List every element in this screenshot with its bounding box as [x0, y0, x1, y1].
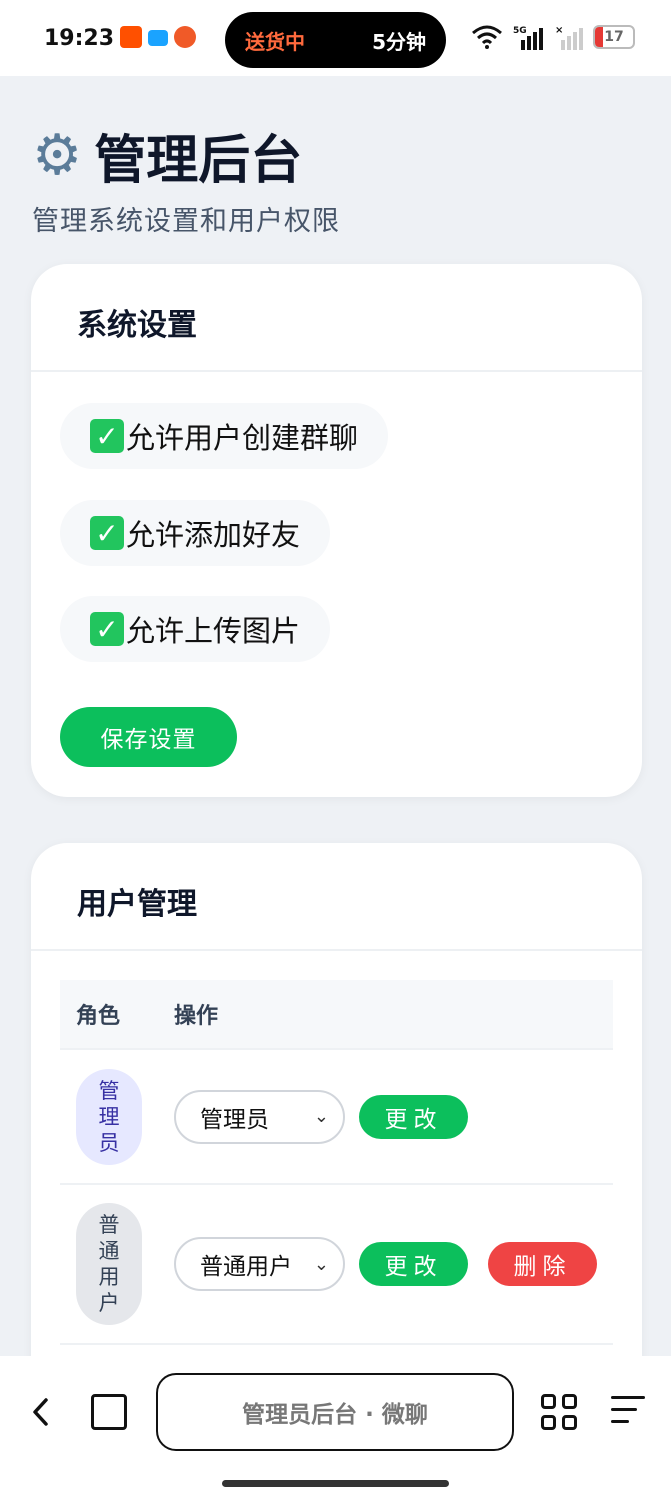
checkbox-checked-icon[interactable]: ✓: [90, 612, 124, 646]
role-select[interactable]: 管理员 ⌄: [174, 1089, 345, 1144]
menu-icon[interactable]: [611, 1396, 645, 1432]
battery-icon: 17: [593, 25, 635, 49]
save-settings-button[interactable]: 保存设置: [60, 707, 237, 767]
role-select[interactable]: 普通用户 ⌄: [174, 1237, 345, 1291]
page-subtitle: 管理系统设置和用户权限: [32, 206, 340, 237]
table-row: 管 理 员 管理员 ⌄ 更改: [60, 1050, 613, 1185]
signal-weak-icon: ×: [555, 25, 583, 50]
tabs-icon[interactable]: [91, 1394, 127, 1430]
column-header-role: 角色: [76, 1004, 121, 1029]
page-title-row: ⚙ 管理后台: [32, 118, 340, 193]
back-icon[interactable]: [30, 1396, 52, 1428]
chevron-down-icon: ⌄: [313, 1253, 329, 1275]
address-bar[interactable]: 管理员后台 · 微聊: [156, 1373, 514, 1451]
user-management-card: 用户管理 角色 操作 管 理 员 管理员 ⌄ 更改 普 通 用 户 普通用户 ⌄…: [31, 843, 642, 1443]
change-role-button[interactable]: 更改: [359, 1242, 468, 1286]
app-notification-icon: [174, 26, 196, 48]
toggle-label: 允许添加好友: [126, 518, 301, 552]
user-table: 角色 操作 管 理 员 管理员 ⌄ 更改 普 通 用 户 普通用户 ⌄ 更改 删…: [60, 980, 613, 1345]
delete-user-button[interactable]: 删除: [488, 1242, 597, 1286]
role-badge-admin: 管 理 员: [76, 1068, 142, 1165]
browser-bottom-bar: 管理员后台 · 微聊: [0, 1356, 671, 1500]
toggle-label: 允许用户创建群聊: [126, 421, 359, 455]
settings-card: 系统设置 ✓ 允许用户创建群聊 ✓ 允许添加好友 ✓ 允许上传图片 保存设置: [31, 264, 642, 797]
toggle-allow-add-friend[interactable]: ✓ 允许添加好友: [60, 500, 331, 566]
table-header: 角色 操作: [60, 980, 613, 1050]
system-icons: 5G × 17: [471, 24, 635, 50]
taobao-icon: [120, 26, 142, 48]
role-badge-user: 普 通 用 户: [76, 1203, 142, 1325]
home-indicator[interactable]: [222, 1480, 449, 1487]
delivery-status: 送货中: [245, 29, 305, 54]
svg-text:×: ×: [555, 25, 563, 36]
chevron-down-icon: ⌄: [313, 1106, 329, 1127]
status-time: 19:23: [44, 26, 115, 51]
column-header-action: 操作: [174, 1004, 219, 1029]
settings-card-title: 系统设置: [31, 264, 642, 372]
gear-icon: ⚙: [32, 122, 83, 188]
notification-icons: [120, 26, 196, 48]
table-row: 普 通 用 户 普通用户 ⌄ 更改 删除: [60, 1185, 613, 1345]
page-header: ⚙ 管理后台 管理系统设置和用户权限: [32, 118, 340, 238]
role-select-value: 管理员: [200, 1106, 269, 1133]
apps-grid-icon[interactable]: [541, 1394, 579, 1432]
page-title: 管理后台: [94, 131, 303, 191]
signal-5g-icon: 5G: [513, 26, 543, 50]
wifi-icon: [472, 25, 502, 49]
reader-app-icon: [148, 30, 168, 46]
checkbox-checked-icon[interactable]: ✓: [90, 516, 124, 550]
toggle-allow-upload-image[interactable]: ✓ 允许上传图片: [60, 596, 331, 662]
delivery-eta: 5分钟: [372, 29, 426, 54]
status-bar: 19:23 送货中 5分钟 5G × 17: [0, 0, 671, 76]
user-management-title: 用户管理: [31, 843, 642, 951]
svg-text:5G: 5G: [513, 26, 527, 36]
dynamic-island[interactable]: 送货中 5分钟: [225, 12, 446, 68]
battery-level: 17: [604, 29, 624, 45]
change-role-button[interactable]: 更改: [359, 1094, 468, 1139]
toggle-allow-group-chat[interactable]: ✓ 允许用户创建群聊: [60, 403, 389, 469]
checkbox-checked-icon[interactable]: ✓: [90, 419, 124, 453]
role-select-value: 普通用户: [200, 1254, 292, 1280]
toggle-label: 允许上传图片: [126, 614, 301, 648]
